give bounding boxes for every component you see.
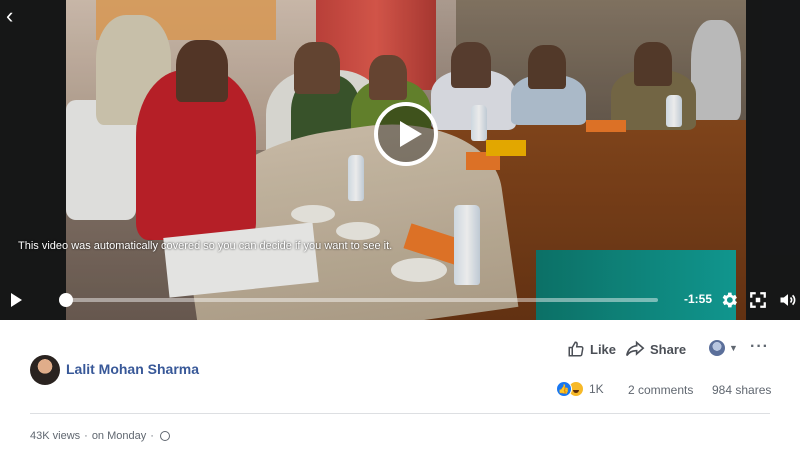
volume-icon[interactable] (778, 290, 798, 310)
progress-bar[interactable] (59, 293, 658, 307)
globe-icon (709, 340, 725, 356)
progress-handle[interactable] (59, 293, 73, 307)
play-button[interactable] (374, 102, 438, 166)
avatar[interactable] (30, 355, 60, 385)
covered-video-notice: This video was automatically covered so … (18, 240, 393, 252)
privacy-globe-icon (159, 431, 170, 441)
play-icon[interactable] (11, 293, 22, 307)
meta-separator: · (150, 430, 154, 442)
reaction-count: 1K (589, 382, 604, 396)
post-meta: 43K views · on Monday · (30, 430, 170, 442)
like-button[interactable]: Like (567, 340, 616, 358)
view-count: 43K views (30, 430, 81, 442)
thumbs-up-icon (568, 341, 584, 357)
settings-gear-icon[interactable] (719, 290, 739, 310)
caret-down-icon: ▼ (729, 343, 738, 353)
post-date[interactable]: on Monday (92, 430, 146, 442)
shares-count[interactable]: 984 shares (712, 383, 771, 397)
fullscreen-icon[interactable] (749, 291, 767, 309)
play-icon (400, 121, 422, 147)
share-label: Share (650, 341, 687, 357)
like-label: Like (590, 341, 617, 357)
divider (30, 413, 770, 414)
like-reaction-icon: 👍 (556, 381, 572, 397)
comments-count[interactable]: 2 comments (628, 383, 693, 397)
video-player[interactable]: ‹ This video was automatically covered s… (0, 0, 800, 320)
back-arrow-icon[interactable]: ‹ (6, 5, 22, 27)
share-arrow-icon (626, 340, 645, 357)
more-icon[interactable]: ··· (750, 338, 769, 356)
author-name[interactable]: Lalit Mohan Sharma (66, 361, 199, 377)
reactions-summary[interactable]: 👍 1K (556, 381, 604, 397)
view-as-selector[interactable]: ▼ (709, 340, 738, 356)
meta-separator: · (84, 430, 88, 442)
time-remaining: -1:55 (684, 292, 713, 306)
post-footer: Lalit Mohan Sharma Like Share ▼ ··· 👍 1K… (0, 320, 800, 451)
share-button[interactable]: Share (625, 340, 686, 358)
video-controls: -1:55 (0, 286, 800, 316)
